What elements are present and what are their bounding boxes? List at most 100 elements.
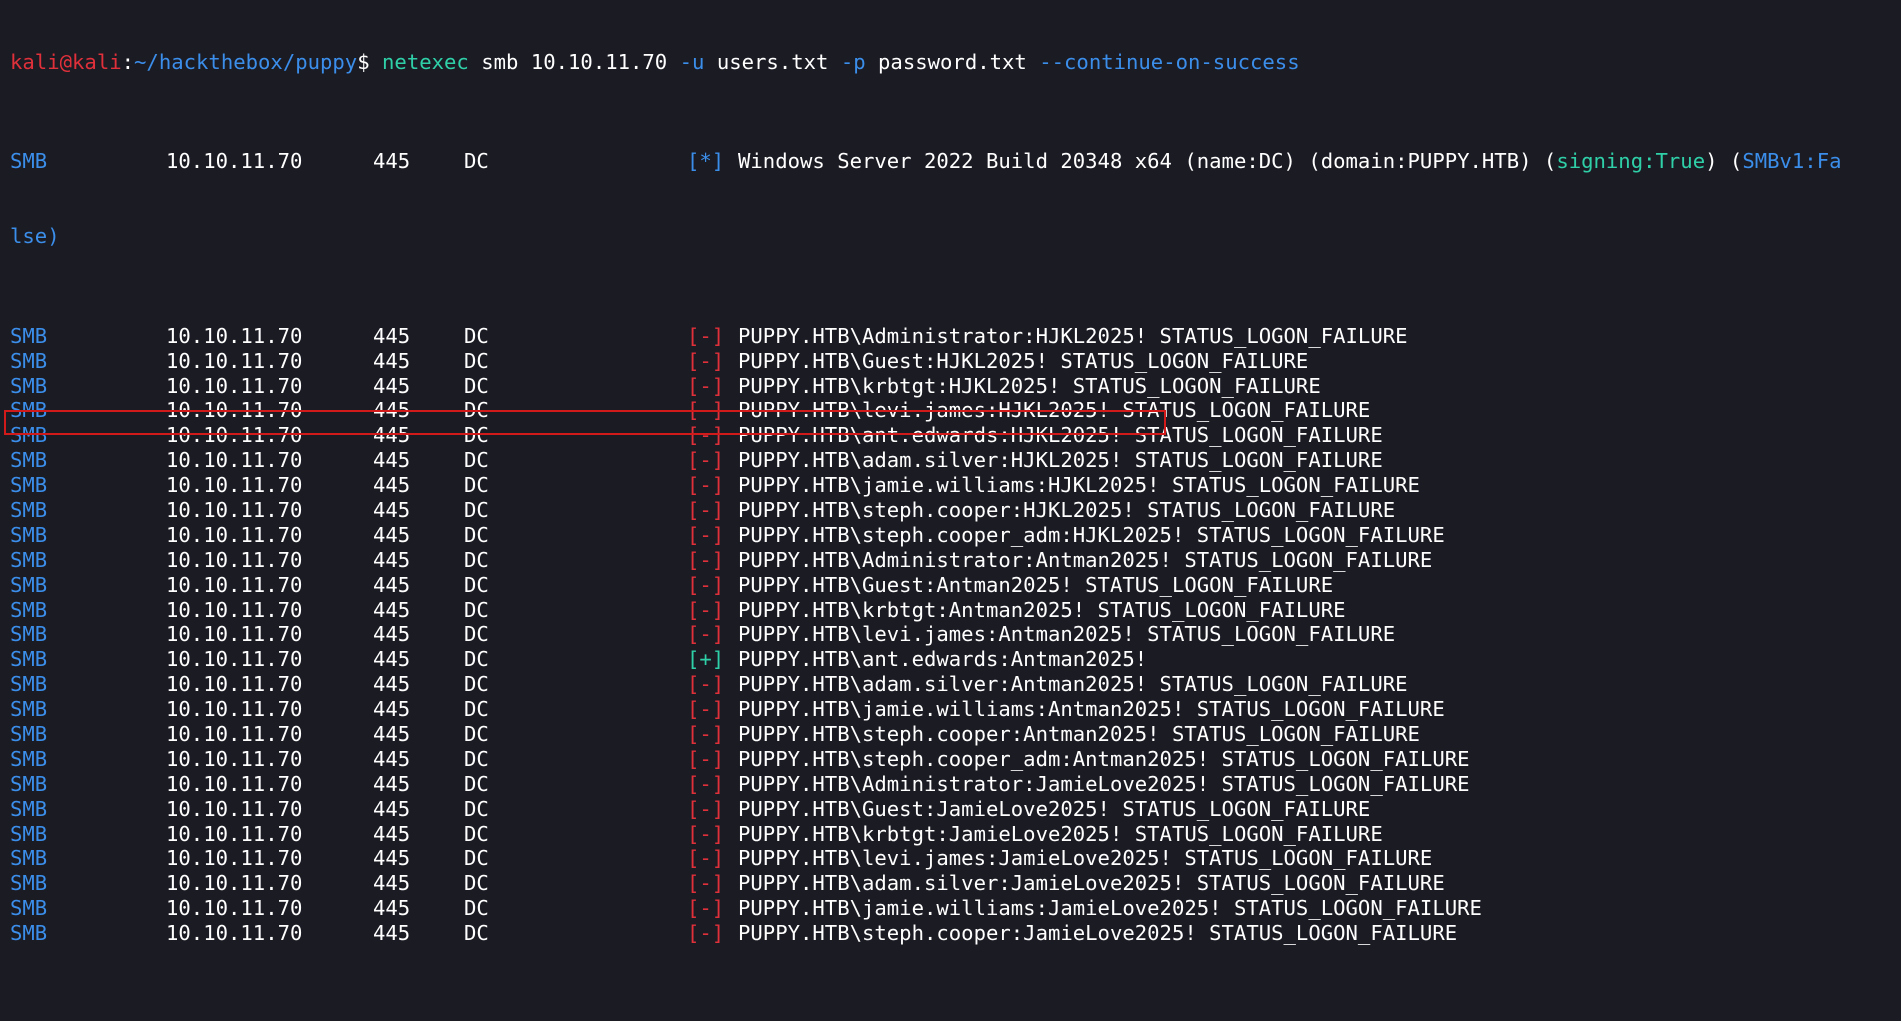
ip-address: 10.10.11.70 [166, 896, 303, 921]
port-number: 445 [373, 771, 411, 796]
host-name: DC [464, 746, 489, 771]
ip-address: 10.10.11.70 [166, 821, 303, 846]
result-row: SMB 10.10.11.70 445 DC [-] PUPPY.HTB\ant.edwa… [10, 423, 1901, 448]
status-failure-marker: [-] [687, 348, 725, 373]
protocol-label: SMB [10, 149, 48, 174]
protocol-label: SMB [10, 323, 48, 348]
host-name: DC [464, 348, 489, 373]
flag-u: -u [679, 49, 705, 74]
result-row: SMB 10.10.11.70 445 DC [-] PUPPY.HTB\levi.jam… [10, 622, 1901, 647]
protocol-label: SMB [10, 796, 48, 821]
status-failure-marker: [-] [687, 572, 725, 597]
host-name: DC [464, 697, 489, 722]
command-args: smb 10.10.11.70 [468, 49, 680, 74]
result-message: PUPPY.HTB\adam.silver:HJKL2025! STATUS_L… [738, 448, 1383, 473]
port-number: 445 [373, 871, 411, 896]
host-name: DC [464, 597, 489, 622]
host-name: DC [464, 497, 489, 522]
result-row: SMB 10.10.11.70 445 DC [-] PUPPY.HTB\Guest:An… [10, 573, 1901, 598]
status-failure-marker: [-] [687, 871, 725, 896]
result-message: PUPPY.HTB\steph.cooper:HJKL2025! STATUS_… [738, 497, 1396, 522]
result-message: PUPPY.HTB\ant.edwards:HJKL2025! STATUS_L… [738, 423, 1383, 448]
protocol-label: SMB [10, 572, 48, 597]
status-failure-marker: [-] [687, 448, 725, 473]
result-message: PUPPY.HTB\Guest:Antman2025! STATUS_LOGON… [738, 572, 1334, 597]
port-number: 445 [373, 746, 411, 771]
ip-address: 10.10.11.70 [166, 473, 303, 498]
result-row: SMB 10.10.11.70 445 DC [-] PUPPY.HTB\adam.sil… [10, 672, 1901, 697]
status-failure-marker: [-] [687, 547, 725, 572]
port-number: 445 [373, 796, 411, 821]
status-failure-marker: [-] [687, 522, 725, 547]
ip-address: 10.10.11.70 [166, 721, 303, 746]
result-row: SMB 10.10.11.70 445 DC [+] PUPPY.HTB\ant.edwa… [10, 647, 1901, 672]
prompt-colon: : [121, 49, 135, 74]
host-name: DC [464, 373, 489, 398]
ip-address: 10.10.11.70 [166, 697, 303, 722]
result-row: SMB 10.10.11.70 445 DC [-] PUPPY.HTB\Administ… [10, 324, 1901, 349]
result-row: SMB 10.10.11.70 445 DC [-] PUPPY.HTB\jamie.wi… [10, 473, 1901, 498]
ip-address: 10.10.11.70 [166, 348, 303, 373]
result-row: SMB 10.10.11.70 445 DC [-] PUPPY.HTB\steph.co… [10, 523, 1901, 548]
port-number: 445 [373, 522, 411, 547]
port-number: 445 [373, 921, 411, 946]
port-number: 445 [373, 497, 411, 522]
result-message: PUPPY.HTB\steph.cooper_adm:HJKL2025! STA… [738, 522, 1445, 547]
result-message: PUPPY.HTB\jamie.williams:Antman2025! STA… [738, 697, 1445, 722]
result-message: PUPPY.HTB\adam.silver:JamieLove2025! STA… [738, 871, 1445, 896]
result-row: SMB 10.10.11.70 445 DC [-] PUPPY.HTB\adam.sil… [10, 448, 1901, 473]
ip-address: 10.10.11.70 [166, 672, 303, 697]
ip-address: 10.10.11.70 [166, 149, 303, 174]
port-number: 445 [373, 721, 411, 746]
port-number: 445 [373, 896, 411, 921]
result-row: SMB 10.10.11.70 445 DC [-] PUPPY.HTB\Guest:HJ… [10, 349, 1901, 374]
status-failure-marker: [-] [687, 473, 725, 498]
protocol-label: SMB [10, 522, 48, 547]
info-row: SMB 10.10.11.70 445 DC [*] Windows Serve… [10, 149, 1901, 174]
result-message: PUPPY.HTB\ant.edwards:Antman2025! [738, 647, 1148, 672]
host-name: DC [464, 398, 489, 423]
result-message: PUPPY.HTB\levi.james:HJKL2025! STATUS_LO… [738, 398, 1371, 423]
result-row: SMB 10.10.11.70 445 DC [-] PUPPY.HTB\steph.co… [10, 498, 1901, 523]
port-number: 445 [373, 149, 411, 174]
protocol-label: SMB [10, 746, 48, 771]
protocol-label: SMB [10, 871, 48, 896]
ip-address: 10.10.11.70 [166, 547, 303, 572]
host-name: DC [464, 522, 489, 547]
protocol-label: SMB [10, 821, 48, 846]
port-number: 445 [373, 398, 411, 423]
protocol-label: SMB [10, 373, 48, 398]
result-row: SMB 10.10.11.70 445 DC [-] PUPPY.HTB\jamie.wi… [10, 896, 1901, 921]
result-row: SMB 10.10.11.70 445 DC [-] PUPPY.HTB\steph.co… [10, 747, 1901, 772]
result-message: PUPPY.HTB\adam.silver:Antman2025! STATUS… [738, 672, 1408, 697]
ip-address: 10.10.11.70 [166, 746, 303, 771]
host-name: DC [464, 796, 489, 821]
status-info-marker: [*] [687, 149, 725, 174]
smbv1-value: SMBv1:Fa [1742, 149, 1842, 174]
status-failure-marker: [-] [687, 821, 725, 846]
host-name: DC [464, 771, 489, 796]
result-message: PUPPY.HTB\Guest:JamieLove2025! STATUS_LO… [738, 796, 1371, 821]
protocol-label: SMB [10, 547, 48, 572]
terminal-window[interactable]: kali@kali:~/hackthebox/puppy$ netexec sm… [0, 0, 1901, 945]
protocol-label: SMB [10, 448, 48, 473]
port-number: 445 [373, 672, 411, 697]
ip-address: 10.10.11.70 [166, 622, 303, 647]
host-name: DC [464, 473, 489, 498]
host-name: DC [464, 896, 489, 921]
command-name: netexec [382, 49, 469, 74]
port-number: 445 [373, 423, 411, 448]
result-row: SMB 10.10.11.70 445 DC [-] PUPPY.HTB\levi.jam… [10, 398, 1901, 423]
result-message: PUPPY.HTB\steph.cooper:JamieLove2025! ST… [738, 921, 1458, 946]
port-number: 445 [373, 373, 411, 398]
result-message: PUPPY.HTB\Guest:HJKL2025! STATUS_LOGON_F… [738, 348, 1309, 373]
protocol-label: SMB [10, 473, 48, 498]
status-failure-marker: [-] [687, 771, 725, 796]
protocol-label: SMB [10, 771, 48, 796]
result-message: PUPPY.HTB\jamie.williams:JamieLove2025! … [738, 896, 1482, 921]
port-number: 445 [373, 697, 411, 722]
status-success-marker: [+] [687, 647, 725, 672]
port-number: 445 [373, 348, 411, 373]
protocol-label: SMB [10, 921, 48, 946]
host-name: DC [464, 647, 489, 672]
